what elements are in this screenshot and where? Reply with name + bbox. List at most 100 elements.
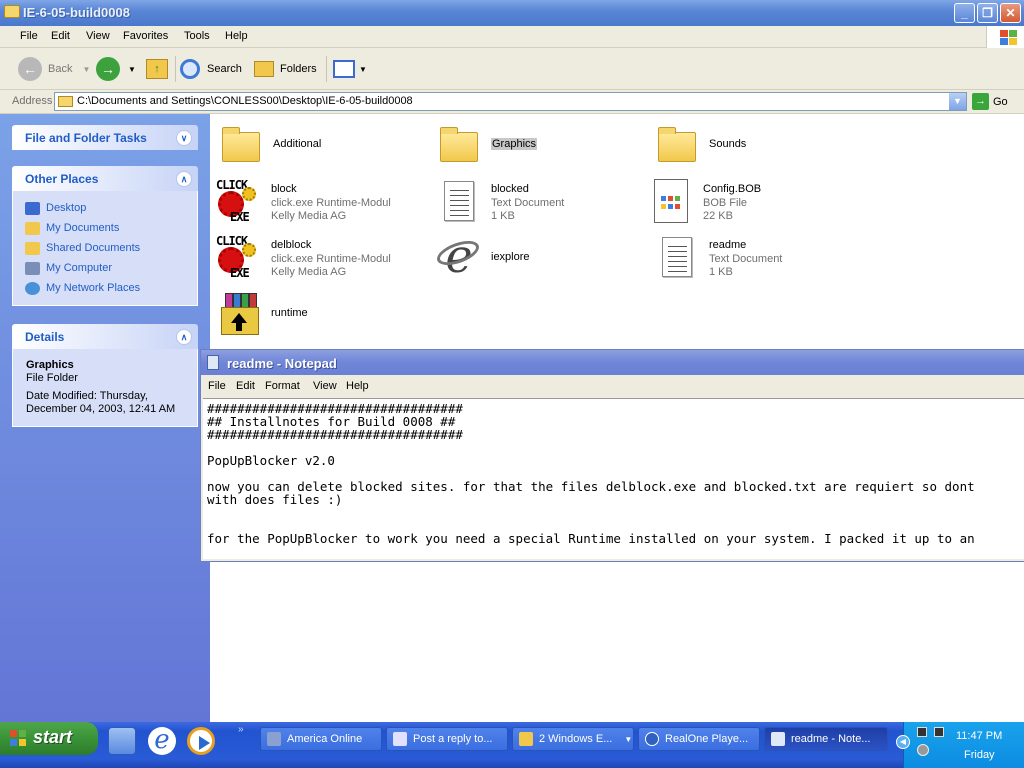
task-label: Post a reply to...	[413, 733, 493, 745]
file-item-runtime[interactable]: runtime	[214, 289, 414, 341]
other-places-header[interactable]: Other Places ∧	[12, 166, 198, 191]
task-readme-notepad[interactable]: readme - Note...	[764, 727, 888, 751]
forward-button[interactable]: → ▼	[96, 56, 136, 82]
file-folder-tasks-header[interactable]: File and Folder Tasks ∨	[12, 125, 198, 150]
details-panel: Details ∧ Graphics File Folder Date Modi…	[12, 324, 198, 427]
file-item-readme[interactable]: readme Text Document 1 KB	[652, 233, 852, 285]
place-label: Shared Documents	[46, 242, 141, 254]
notepad-icon	[207, 355, 219, 370]
text-document-icon	[444, 181, 474, 221]
panel-title: Details	[25, 330, 65, 344]
desktop-icon	[25, 201, 40, 215]
place-my-computer[interactable]: My Computer	[25, 260, 112, 276]
notepad-title-bar[interactable]: readme - Notepad	[201, 350, 1024, 375]
menu-tools[interactable]: Tools	[184, 30, 210, 42]
show-desktop-icon[interactable]	[108, 727, 136, 755]
file-name: block	[271, 183, 297, 195]
notepad-menu-help[interactable]: Help	[346, 380, 369, 392]
up-folder-button[interactable]: ↑	[146, 56, 168, 82]
menu-edit[interactable]: Edit	[51, 30, 70, 42]
menu-help[interactable]: Help	[225, 30, 248, 42]
my-documents-icon	[25, 221, 40, 235]
task-america-online[interactable]: America Online	[260, 727, 382, 751]
place-shared-documents[interactable]: Shared Documents	[25, 240, 140, 256]
collapse-chevron-icon[interactable]: ∧	[176, 329, 192, 345]
window-title: IE-6-05-build0008	[23, 5, 130, 20]
file-size: 22 KB	[703, 210, 733, 222]
file-name: delblock	[271, 239, 312, 251]
internet-explorer-icon[interactable]: e	[148, 727, 176, 755]
volume-tray-icon[interactable]	[917, 744, 929, 756]
start-button[interactable]: start	[0, 722, 98, 755]
menu-favorites[interactable]: Favorites	[123, 30, 168, 42]
back-button[interactable]: ← Back ▼	[18, 56, 90, 82]
minimize-button[interactable]: _	[954, 3, 975, 23]
go-button[interactable]: → Go	[972, 93, 1008, 110]
file-name: Config.BOB	[703, 183, 762, 195]
text-line: PopUpBlocker v2.0	[207, 453, 335, 468]
notepad-menu-file[interactable]: File	[208, 380, 226, 392]
file-item-additional[interactable]: Additional	[216, 120, 416, 172]
file-folder-tasks-panel: File and Folder Tasks ∨	[12, 125, 198, 150]
file-name: Sounds	[709, 138, 747, 150]
menu-file[interactable]: File	[20, 30, 38, 42]
notepad-text-area[interactable]: ################################## ## In…	[203, 398, 1024, 559]
notepad-menu-view[interactable]: View	[313, 380, 337, 392]
folder-icon	[25, 241, 40, 255]
file-name: readme	[709, 239, 747, 251]
place-desktop[interactable]: Desktop	[25, 200, 86, 216]
bob-file-icon	[654, 179, 688, 223]
clock-time[interactable]: 11:47 PM	[956, 730, 1002, 742]
restore-button[interactable]: ❐	[977, 3, 998, 23]
group-dropdown-icon: ▼	[624, 734, 633, 744]
place-my-documents[interactable]: My Documents	[25, 220, 119, 236]
standard-toolbar: ← Back ▼ → ▼ ↑ Search Folders ▼	[0, 48, 1024, 90]
place-label: Desktop	[46, 202, 87, 214]
file-item-config-bob[interactable]: Config.BOB BOB File 22 KB	[646, 177, 846, 229]
close-button[interactable]: ✕	[1000, 3, 1021, 23]
file-item-iexplore[interactable]: e iexplore	[433, 233, 634, 285]
file-item-delblock[interactable]: CLICK EXE delblock click.exe Runtime-Mod…	[214, 233, 424, 285]
address-dropdown-icon[interactable]: ▼	[949, 93, 966, 110]
explorer-title-bar[interactable]: IE-6-05-build0008 _ ❐ ✕	[0, 0, 1024, 26]
folder-icon	[4, 5, 20, 18]
file-item-sounds[interactable]: Sounds	[652, 120, 852, 172]
address-input[interactable]: C:\Documents and Settings\CONLESS00\Desk…	[54, 92, 967, 111]
file-item-blocked[interactable]: blocked Text Document 1 KB	[434, 177, 634, 229]
file-item-block[interactable]: CLICK EXE block click.exe Runtime-Modul …	[214, 177, 424, 229]
folder-icon	[519, 732, 533, 746]
place-my-network-places[interactable]: My Network Places	[25, 280, 140, 296]
browser-page-icon	[393, 732, 407, 746]
quicklaunch-overflow-icon[interactable]: »	[238, 724, 244, 735]
forward-dropdown-icon[interactable]: ▼	[128, 65, 136, 74]
back-dropdown-icon[interactable]: ▼	[82, 65, 90, 74]
collapse-chevron-icon[interactable]: ∧	[176, 171, 192, 187]
details-header[interactable]: Details ∧	[12, 324, 198, 349]
menu-view[interactable]: View	[86, 30, 110, 42]
views-button[interactable]: ▼	[333, 56, 367, 82]
file-name: blocked	[491, 183, 529, 195]
expand-chevron-icon[interactable]: ∨	[176, 130, 192, 146]
back-arrow-icon: ←	[18, 57, 42, 81]
network-tray-icon-2[interactable]	[934, 727, 944, 737]
task-realone-player[interactable]: RealOne Playe...	[638, 727, 760, 751]
file-type: Text Document	[709, 253, 783, 265]
panel-title: Other Places	[25, 172, 99, 186]
windows-logo-icon	[986, 26, 1024, 48]
address-path[interactable]: C:\Documents and Settings\CONLESS00\Desk…	[77, 95, 413, 107]
file-item-graphics[interactable]: Graphics	[434, 120, 634, 172]
notepad-menu-format[interactable]: Format	[265, 380, 300, 392]
task-windows-explorer-group[interactable]: 2 Windows E... ▼	[512, 727, 634, 751]
taskbar: start e » America Online Post a reply to…	[0, 722, 1024, 768]
notepad-menu-edit[interactable]: Edit	[236, 380, 255, 392]
folders-button[interactable]: Folders	[254, 56, 317, 82]
media-player-icon[interactable]	[187, 727, 215, 755]
tray-expand-icon[interactable]: ◀	[896, 735, 910, 749]
network-tray-icon[interactable]	[917, 727, 927, 737]
file-company: Kelly Media AG	[271, 266, 347, 278]
search-button[interactable]: Search	[180, 56, 242, 82]
folder-icon	[440, 127, 478, 162]
place-label: My Documents	[46, 222, 120, 234]
task-label: 2 Windows E...	[539, 733, 613, 745]
task-post-a-reply[interactable]: Post a reply to...	[386, 727, 508, 751]
